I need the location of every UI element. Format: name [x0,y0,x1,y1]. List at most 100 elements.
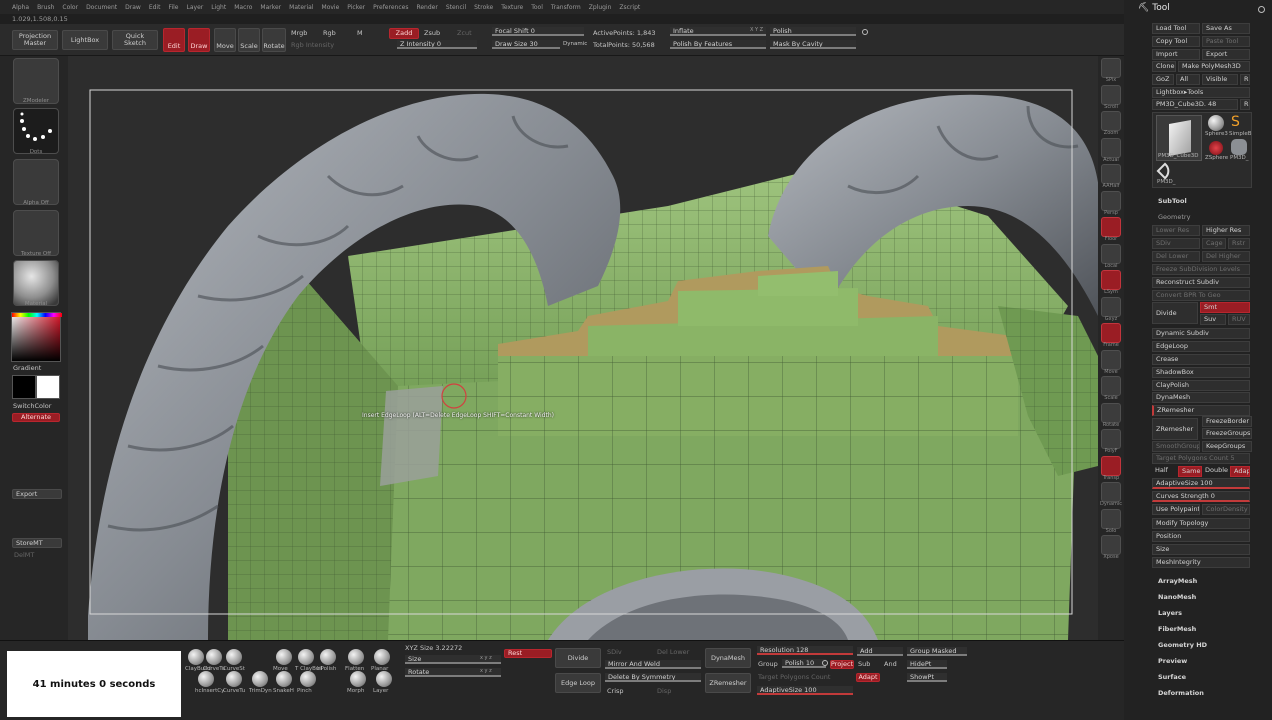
shelf-button-solo[interactable] [1101,508,1121,529]
shelf-button-persp[interactable] [1101,190,1121,211]
shelf-button-rotate[interactable] [1101,402,1121,423]
arraymesh-section[interactable]: ArrayMesh [1158,577,1197,585]
divide-button[interactable]: Divide [1152,302,1198,324]
shelf-button-dynamic[interactable] [1101,482,1121,502]
menu-item-zscript[interactable]: Zscript [619,4,640,14]
reset-button[interactable]: Rest [504,649,552,658]
brush-snakeh-icon[interactable] [276,671,292,687]
geometry-hd-section[interactable]: Geometry HD [1158,641,1207,649]
use-polypaint-button[interactable]: Use Polypaint [1152,504,1200,515]
rgb-button[interactable]: Rgb [323,29,336,37]
adapt-bottom-button[interactable]: Adapt [856,673,880,682]
sdiv-bottom-slider[interactable]: SDiv [607,648,622,656]
shelf-button-polyf[interactable] [1101,429,1121,449]
make-polymesh-button[interactable]: Make PolyMesh3D [1178,61,1250,72]
freeze-border-button[interactable]: FreezeBorder [1202,416,1252,427]
export-tool-button[interactable]: Export [1202,49,1250,60]
suv-button[interactable]: Suv [1200,314,1226,325]
menu-item-stencil[interactable]: Stencil [446,4,466,14]
group-button[interactable]: Group [758,660,778,668]
polish-bottom-slider[interactable]: Polish 10 [782,659,826,668]
export-button[interactable]: Export [12,489,62,499]
position-section[interactable]: Position [1152,531,1250,542]
adapt-button[interactable]: Adapt [1230,466,1250,477]
alpha-thumbnail[interactable] [13,159,59,205]
lightbox-tools-button[interactable]: Lightbox▸Tools [1152,87,1250,98]
gradient-label[interactable]: Gradient [13,364,41,372]
mask-by-cavity-slider[interactable]: Mask By Cavity [770,40,856,49]
switchcolor-button[interactable]: SwitchColor [13,402,51,410]
polish-slider[interactable]: Polish [770,27,856,36]
xyz-toggle[interactable]: X Y Z [750,27,763,33]
group-masked-button[interactable]: Group Masked [907,647,967,656]
draw-button[interactable]: Draw [188,28,210,52]
menu-item-movie[interactable]: Movie [322,4,340,14]
storemt-button[interactable]: StoreMT [12,538,62,548]
target-polygons-slider[interactable]: Target Polygons Count 5 [1152,453,1250,464]
texture-thumbnail[interactable] [13,210,59,256]
menu-item-render[interactable]: Render [416,4,437,14]
brush-morph-icon[interactable] [350,671,366,687]
claypolish-button[interactable]: ClayPolish [1152,380,1250,391]
menu-item-picker[interactable]: Picker [347,4,365,14]
hue-strip[interactable] [12,313,62,317]
zsphere-icon[interactable] [1209,141,1223,155]
move-button[interactable]: Move [214,28,236,52]
menu-item-color[interactable]: Color [62,4,78,14]
mrgb-button[interactable]: Mrgb [291,29,307,37]
nanomesh-section[interactable]: NanoMesh [1158,593,1196,601]
canvas-viewport[interactable] [68,56,1098,640]
delete-symmetry-button[interactable]: Delete By Symmetry [605,673,701,682]
brush-t-claybuil-icon[interactable] [298,649,314,665]
panel-radio-icon[interactable] [1258,6,1265,13]
dynamesh-bottom-button[interactable]: DynaMesh [705,648,751,668]
zremesher-bottom-button[interactable]: ZRemesher [705,673,751,693]
goz-all-button[interactable]: All [1176,74,1200,85]
freeze-subdiv-button[interactable]: Freeze SubDivision Levels [1152,264,1250,275]
zremesher-section[interactable]: ZRemesher [1152,405,1250,416]
shelf-button-local[interactable] [1101,243,1121,264]
brush-hcinsertcy-icon[interactable] [198,671,214,687]
rotate-button[interactable]: Rotate [262,28,286,52]
mirror-weld-button[interactable]: Mirror And Weld [605,660,701,669]
surface-section[interactable]: Surface [1158,673,1186,681]
keep-groups-button[interactable]: KeepGroups [1202,441,1252,452]
delmt-button[interactable]: DelMT [14,551,34,559]
shelf-button-zoom[interactable] [1101,111,1121,131]
brush-curvetu-icon[interactable] [226,671,242,687]
lightbox-button[interactable]: LightBox [62,30,108,50]
menu-item-edit[interactable]: Edit [149,4,161,14]
fibermesh-section[interactable]: FiberMesh [1158,625,1196,633]
shelf-button-aahalf[interactable] [1101,164,1121,184]
geometry-section[interactable]: Geometry [1158,213,1190,221]
shelf-button-spix[interactable] [1101,58,1121,78]
brush-move-icon[interactable] [276,649,292,665]
cage-button[interactable]: Cage [1202,238,1226,249]
paste-tool-button[interactable]: Paste Tool [1202,36,1250,47]
color-picker[interactable] [11,312,62,362]
project-button[interactable]: Project [830,660,854,669]
draw-size-slider[interactable]: Draw Size 30 [492,40,560,49]
sub-button[interactable]: Sub [858,660,870,668]
brush-trimdyn-icon[interactable] [252,671,268,687]
disp-button[interactable]: Disp [657,687,671,695]
simplebrush-icon[interactable]: S [1231,115,1249,131]
showpt-button[interactable]: ShowPt [907,673,947,682]
and-button[interactable]: And [884,660,897,668]
zsub-button[interactable]: Zsub [424,29,440,37]
higher-res-button[interactable]: Higher Res [1202,225,1250,236]
menu-item-brush[interactable]: Brush [37,4,54,14]
modify-topology-section[interactable]: Modify Topology [1152,518,1250,529]
adaptive-size-slider[interactable]: AdaptiveSize 100 [1152,478,1250,489]
main-color-swatch[interactable] [12,375,36,399]
xyz-size-slider[interactable]: XYZ Size 3.22272 [405,644,462,652]
del-lower-bottom-button[interactable]: Del Lower [657,648,689,656]
lower-res-button[interactable]: Lower Res [1152,225,1200,236]
hidept-button[interactable]: HidePt [907,660,947,669]
preview-section[interactable]: Preview [1158,657,1187,665]
menu-item-alpha[interactable]: Alpha [12,4,29,14]
menu-item-texture[interactable]: Texture [501,4,523,14]
rstr-button[interactable]: Rstr [1228,238,1250,249]
shelf-button-xpose[interactable] [1101,535,1121,555]
color-density-slider[interactable]: ColorDensity [1202,504,1250,515]
